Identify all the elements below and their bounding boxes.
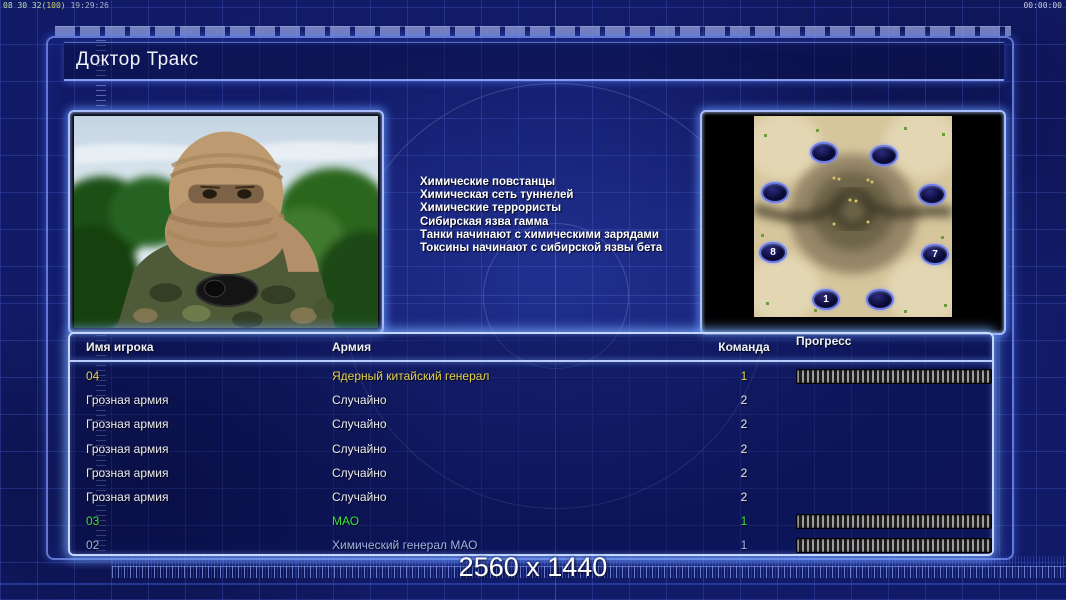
table-row: Грозная армия Случайно 2 — [70, 437, 992, 461]
map-preview-panel: 8 7 1 — [700, 110, 1006, 335]
progress-cell — [796, 509, 990, 533]
map-start-position — [810, 142, 838, 163]
table-row: Грозная армия Случайно 2 — [70, 461, 992, 485]
table-row: Грозная армия Случайно 2 — [70, 388, 992, 412]
table-row: 04 Ядерный китайский генерал 1 — [70, 364, 992, 388]
resolution-label: 2560 x 1440 — [0, 552, 1066, 583]
general-portrait-image — [74, 116, 378, 328]
table-row: Грозная армия Случайно 2 — [70, 485, 992, 509]
player-army: Случайно — [332, 437, 387, 461]
player-name: Грозная армия — [86, 437, 168, 461]
map-preview-letterbox: 8 7 1 — [706, 116, 1000, 329]
player-team: 1 — [716, 509, 772, 533]
column-header-progress: Прогресс — [796, 334, 990, 358]
player-team: 2 — [716, 412, 772, 436]
table-header-separator — [70, 360, 992, 362]
player-team: 2 — [716, 461, 772, 485]
player-army: Случайно — [332, 388, 387, 412]
player-team: 2 — [716, 437, 772, 461]
general-title: Доктор Тракс — [76, 49, 199, 71]
player-team: 2 — [716, 485, 772, 509]
progress-cell — [796, 364, 990, 388]
player-army: Случайно — [332, 461, 387, 485]
table-header-row: Имя игрока Армия Команда Прогресс — [70, 334, 992, 360]
player-team: 1 — [716, 364, 772, 388]
ability-line: Химические террористы — [420, 202, 720, 215]
bottom-divider-line — [0, 583, 1066, 585]
ability-line: Токсины начинают с сибирской язвы бета — [420, 242, 720, 255]
ability-line: Химические повстанцы — [420, 176, 720, 189]
top-dash-strip — [55, 26, 1011, 36]
clock-readout: 19:29:26 — [70, 1, 109, 10]
map-start-position-8: 8 — [759, 242, 787, 263]
player-name: Грозная армия — [86, 485, 168, 509]
fps-counter: 08 30 32 — [3, 1, 42, 10]
map-start-position — [870, 145, 898, 166]
session-timer: 00:00:00 — [1023, 1, 1062, 11]
player-name: Грозная армия — [86, 461, 168, 485]
column-header-army: Армия — [332, 340, 371, 354]
progress-bar — [796, 369, 992, 384]
map-start-position-1: 1 — [812, 289, 840, 310]
column-header-player: Имя игрока — [86, 340, 154, 354]
table-rows: 04 Ядерный китайский генерал 1 Грозная а… — [70, 364, 992, 558]
buffer-counter: (100) — [42, 1, 66, 10]
player-army: Случайно — [332, 485, 387, 509]
player-army: Ядерный китайский генерал — [332, 364, 489, 388]
ability-line: Танки начинают с химическими зарядами — [420, 229, 720, 242]
map-start-position — [866, 289, 894, 310]
map-terrain — [754, 116, 952, 317]
map-start-position — [761, 182, 789, 203]
title-bar: Доктор Тракс — [64, 42, 1004, 81]
general-abilities-list: Химические повстанцы Химическая сеть тун… — [420, 176, 720, 255]
general-portrait-panel — [68, 110, 384, 334]
player-name: Грозная армия — [86, 388, 168, 412]
frame-stats-readout: 08 30 32(100) 19:29:26 — [3, 1, 109, 11]
player-team: 2 — [716, 388, 772, 412]
ability-line: Сибирская язва гамма — [420, 216, 720, 229]
player-army: Случайно — [332, 412, 387, 436]
player-name: Грозная армия — [86, 412, 168, 436]
player-name: 03 — [86, 509, 99, 533]
map-start-position-7: 7 — [921, 244, 949, 265]
progress-bar — [796, 514, 992, 529]
player-army: МАО — [332, 509, 359, 533]
lobby-table-panel: Имя игрока Армия Команда Прогресс 04 Яде… — [68, 332, 994, 556]
map-start-position — [918, 184, 946, 205]
table-row: 03 МАО 1 — [70, 509, 992, 533]
table-row: Грозная армия Случайно 2 — [70, 412, 992, 436]
ability-line: Химическая сеть туннелей — [420, 189, 720, 202]
map-preview-image: 8 7 1 — [754, 116, 952, 317]
column-header-team: Команда — [716, 340, 772, 354]
player-name: 04 — [86, 364, 99, 388]
